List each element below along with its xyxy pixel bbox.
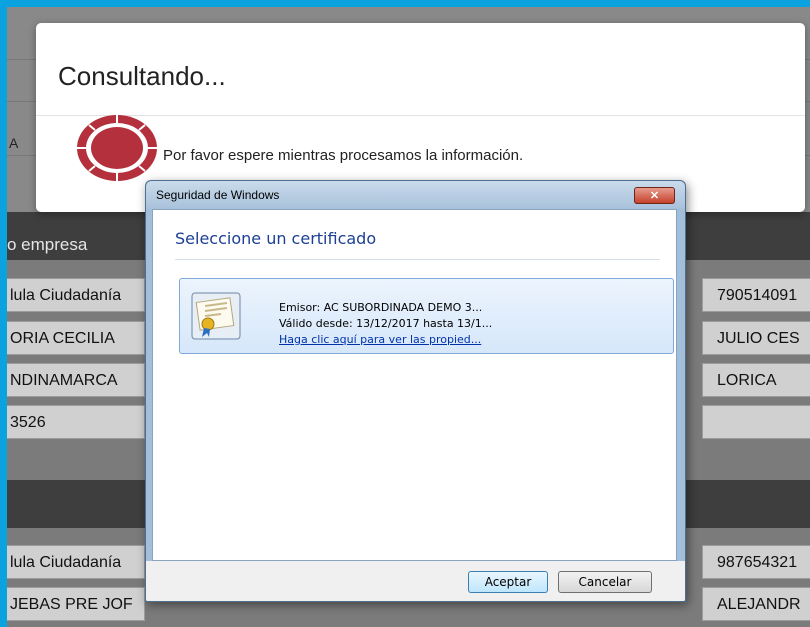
modal-message: Por favor espere mientras procesamos la … (163, 147, 524, 164)
department-field[interactable]: NDINAMARCA (7, 363, 145, 397)
certificate-issuer: Emisor: AC SUBORDINADA DEMO 3... (279, 301, 483, 314)
city-field[interactable]: LORICA (702, 363, 810, 397)
modal-title: Consultando... (58, 61, 226, 91)
document-number-field-2[interactable]: 987654321 (702, 545, 810, 579)
dialog-body: Seleccione un certificado Emisor: AC SUB… (152, 209, 677, 561)
name-field[interactable]: ORIA CECILIA (7, 321, 145, 355)
accept-button[interactable]: Aceptar (468, 571, 548, 593)
dialog-divider (175, 259, 660, 260)
dialog-titlebar[interactable]: Seguridad de Windows ✕ (146, 181, 685, 209)
document-number-field[interactable]: 790514091 (702, 278, 810, 312)
cancel-button[interactable]: Cancelar (558, 571, 652, 593)
dialog-heading: Seleccione un certificado (175, 229, 377, 248)
phone-field[interactable]: 3526 (7, 405, 145, 439)
document-type-field-2[interactable]: lula Ciudadanía (7, 545, 145, 579)
loading-spinner-icon (77, 115, 157, 181)
partial-label: A (9, 135, 19, 151)
document-type-field[interactable]: lula Ciudadanía (7, 278, 145, 312)
name-field-2[interactable]: JEBAS PRE JOF (7, 587, 145, 621)
dialog-footer: Aceptar Cancelar (146, 561, 685, 601)
certificate-item[interactable]: Emisor: AC SUBORDINADA DEMO 3... Válido … (179, 278, 674, 354)
close-button[interactable]: ✕ (634, 187, 675, 204)
name-field-right[interactable]: JULIO CES (702, 321, 810, 355)
section-header-label: o empresa (7, 235, 88, 254)
background-page: A o empresa lula Ciudadanía 790514091 OR… (7, 7, 810, 627)
windows-security-dialog: Seguridad de Windows ✕ Seleccione un cer… (145, 180, 686, 602)
certificate-validity: Válido desde: 13/12/2017 hasta 13/1... (279, 317, 493, 330)
certificate-properties-link[interactable]: Haga clic aquí para ver las propied... (279, 333, 481, 346)
dialog-title: Seguridad de Windows (156, 188, 280, 202)
empty-field[interactable] (702, 405, 810, 439)
certificate-icon (191, 292, 241, 340)
name-field-2-right[interactable]: ALEJANDR (702, 587, 810, 621)
